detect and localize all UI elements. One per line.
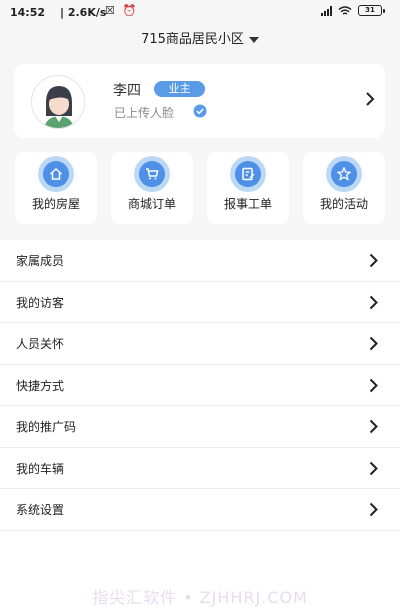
- menu-list: 家属成员 我的访客 人员关怀 快捷方式 我的推广码 我的车辆 系统设置: [0, 240, 400, 531]
- menu-item-shortcuts[interactable]: 快捷方式: [0, 365, 400, 406]
- chevron-right-icon: [369, 253, 378, 268]
- quick-action-label: 报事工单: [223, 197, 272, 211]
- quick-action-mall-orders[interactable]: 商城订单: [111, 152, 193, 224]
- chevron-right-icon: [369, 502, 378, 517]
- chevron-right-icon: [369, 461, 378, 475]
- menu-item-label: 系统设置: [16, 503, 65, 517]
- chevron-right-icon: [366, 92, 375, 106]
- quick-action-label: 商城订单: [127, 197, 176, 211]
- menu-item-label: 我的推广码: [16, 420, 77, 434]
- signal-icon: [321, 5, 332, 16]
- role-badge: 业主: [154, 81, 205, 97]
- chevron-right-icon: [369, 378, 378, 392]
- quick-action-work-orders[interactable]: 报事工单: [207, 152, 289, 224]
- caret-down-icon: [248, 36, 259, 43]
- profile-card[interactable]: 李四 业主 已上传人脸: [14, 64, 385, 138]
- chevron-right-icon: [369, 336, 378, 351]
- quick-action-label: 我的房屋: [31, 197, 80, 211]
- quick-action-my-activities[interactable]: 我的活动: [303, 152, 385, 224]
- status-bar: 14:52 | 2.6K/s ☒ ⏰ 31: [0, 0, 400, 26]
- menu-item-my-vehicles[interactable]: 我的车辆: [0, 448, 400, 489]
- wifi-icon: [338, 5, 352, 16]
- menu-item-label: 家属成员: [16, 254, 65, 268]
- chevron-right-icon: [369, 295, 378, 309]
- check-icon: [193, 104, 207, 118]
- watermark: 指尖汇软件 • ZJHHRJ.COM: [92, 588, 308, 607]
- menu-item-label: 快捷方式: [16, 378, 65, 393]
- menu-item-label: 我的车辆: [16, 461, 65, 476]
- chevron-right-icon: [369, 419, 378, 434]
- profile-name: 李四: [113, 83, 141, 99]
- menu-item-promo-code[interactable]: 我的推广码: [0, 406, 400, 448]
- menu-item-personnel-care[interactable]: 人员关怀: [0, 323, 400, 365]
- menu-item-label: 我的访客: [16, 295, 65, 310]
- house-icon: [43, 161, 69, 187]
- quick-action-label: 我的活动: [319, 197, 368, 211]
- quick-actions: 我的房屋 商城订单 报事工单 我的活动: [0, 152, 400, 224]
- work-order-icon: [235, 161, 261, 187]
- network-speed: | 2.6K/s: [60, 6, 107, 19]
- menu-item-family-members[interactable]: 家属成员: [0, 240, 400, 282]
- menu-item-system-settings[interactable]: 系统设置: [0, 489, 400, 531]
- community-name: 715商品居民小区: [141, 32, 244, 47]
- activity-icon: [331, 161, 357, 187]
- battery-icon: 31: [358, 5, 385, 16]
- quick-action-my-house[interactable]: 我的房屋: [15, 152, 97, 224]
- avatar: [31, 75, 85, 129]
- menu-item-my-visitors[interactable]: 我的访客: [0, 282, 400, 323]
- cart-icon: [139, 161, 165, 187]
- status-time: 14:52: [10, 6, 46, 19]
- community-selector[interactable]: 715商品居民小区: [0, 28, 400, 47]
- face-status: 已上传人脸: [114, 106, 175, 120]
- menu-item-label: 人员关怀: [16, 337, 65, 351]
- notification-icons: ☒ ⏰: [105, 4, 139, 17]
